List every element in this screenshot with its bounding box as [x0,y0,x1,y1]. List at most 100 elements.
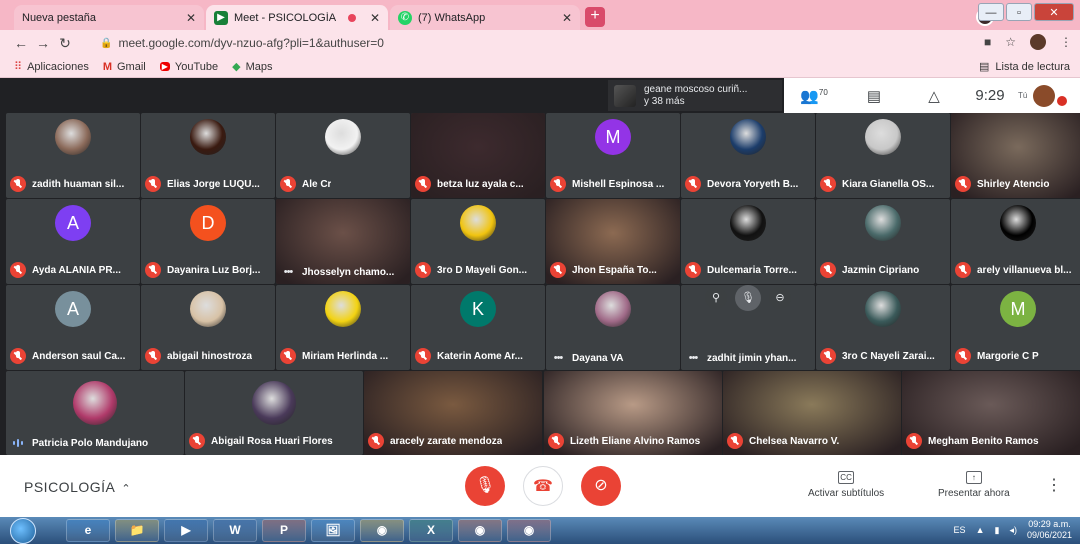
tab-new-tab[interactable]: Nueva pestaña ✕ [14,5,204,30]
participant-tile[interactable]: Dulcemaria Torre... [681,199,815,284]
avatar: M [1000,291,1036,327]
taskbar-excel-icon[interactable]: X [409,519,453,542]
participant-name: Kiara Gianella OS... [842,178,935,190]
participant-tile[interactable]: Kiara Gianella OS... [816,113,950,198]
participant-tile[interactable]: Devora Yoryeth B... [681,113,815,198]
participant-tile[interactable]: ••• Dayana VA [546,285,680,370]
participant-tile[interactable]: Jazmin Cipriano [816,199,950,284]
participant-tile[interactable]: A Ayda ALANIA PR... [6,199,140,284]
camera-off-button[interactable]: ⊘ [581,466,621,506]
participant-tile[interactable]: aracely zarate mendoza [364,371,542,455]
new-tab-button[interactable]: + [585,7,605,27]
participant-tile[interactable]: Jhon España To... [546,199,680,284]
activities-icon[interactable]: △ [904,87,964,105]
participant-tile[interactable]: K Katerin Aome Ar... [411,285,545,370]
network-icon[interactable]: ▮ [994,525,999,536]
clock[interactable]: 09:29 a.m. 09/06/2021 [1027,519,1072,541]
apps-grid-icon: ⠿ [14,61,23,73]
participant-tile[interactable]: Abigail Rosa Huari Flores [185,371,363,455]
participant-tile[interactable]: M Mishell Espinosa ... [546,113,680,198]
participant-name-bar: Dayanira Luz Borj... [145,262,271,278]
language-indicator[interactable]: ES [954,525,966,535]
participant-tile[interactable]: abigail hinostroza [141,285,275,370]
taskbar-photos-icon[interactable]: 🖼 [311,519,355,542]
taskbar-powerpoint-icon[interactable]: P [262,519,306,542]
participant-tile[interactable]: Chelsea Navarro V. [723,371,901,455]
avatar: M [595,119,631,155]
mic-muted-icon [955,262,971,278]
leave-call-button[interactable]: ☎ [523,466,563,506]
window-close-button[interactable]: ✕ [1034,3,1074,21]
participant-tile[interactable]: arely villanueva bl... [951,199,1080,284]
taskbar-folder-icon[interactable]: 📁 [115,519,159,542]
start-button[interactable] [10,518,36,544]
avatar [1000,205,1036,241]
participant-tile[interactable]: Elias Jorge LUQU... [141,113,275,198]
close-icon[interactable]: ✕ [370,11,380,25]
minimize-button[interactable]: — [978,3,1004,21]
close-icon[interactable]: ✕ [562,11,572,25]
participant-name-bar: Margorie C P [955,348,1080,364]
participant-tile[interactable]: A Anderson saul Ca... [6,285,140,370]
address-bar[interactable]: 🔒 meet.google.com/dyv-nzuo-afg?pli=1&aut… [92,33,996,53]
participant-tile[interactable]: Shirley Atencio [951,113,1080,198]
tab-title: Meet - PSICOLOGÍA [234,11,337,24]
participant-tile[interactable]: 3ro C Nayeli Zarai... [816,285,950,370]
recording-dot-icon [347,13,356,22]
meeting-details-button[interactable]: PSICOLOGÍA ⌃ [24,479,131,495]
maximize-button[interactable]: ▫ [1006,3,1032,21]
participant-tile[interactable]: Lizeth Eliane Alvino Ramos [544,371,722,455]
taskbar-word-icon[interactable]: W [213,519,257,542]
taskbar-ie-icon[interactable]: e [66,519,110,542]
tray-arrow-icon[interactable]: ▲ [976,525,985,535]
bookmark-gmail[interactable]: M Gmail [103,61,146,73]
reload-icon[interactable]: ↻ [54,35,76,52]
bookmark-apps[interactable]: ⠿ Aplicaciones [14,60,89,74]
participant-tile[interactable]: ••• Jhosselyn chamo... [276,199,410,284]
taskbar-chrome-window-icon[interactable]: ◉ [507,519,551,542]
meet-favicon-icon: ▶ [214,10,228,25]
participant-name: Chelsea Navarro V. [749,435,840,447]
reading-list[interactable]: ▤ Lista de lectura [979,60,1070,74]
participant-tile[interactable]: Megham Benito Ramos [902,371,1080,455]
participant-name-bar: Devora Yoryeth B... [685,176,811,192]
presenter-chip[interactable]: geane moscoso curiñ... y 38 más [608,80,782,111]
mic-icon[interactable]: 🎙 [735,285,761,311]
star-icon[interactable]: ☆ [1005,35,1016,49]
taskbar-chrome-icon[interactable]: ◉ [360,519,404,542]
remove-icon[interactable]: ⊖ [769,287,791,309]
participant-tile[interactable]: zadith huaman sil... [6,113,140,198]
people-icon[interactable]: 👥70 [784,87,844,105]
chat-icon[interactable]: ▤ [844,87,904,105]
more-options-icon[interactable]: ⋮ [1046,475,1062,495]
camera-icon[interactable]: ■ [984,35,991,49]
pin-icon[interactable]: ⚲ [705,287,727,309]
taskbar-chrome-window-icon[interactable]: ◉ [458,519,502,542]
participant-tile[interactable]: 3ro D Mayeli Gon... [411,199,545,284]
tab-meet[interactable]: ▶ Meet - PSICOLOGÍA ✕ [206,5,388,30]
tab-whatsapp[interactable]: ✆ (7) WhatsApp ✕ [390,5,580,30]
participant-tile[interactable]: Ale Cr [276,113,410,198]
bookmark-youtube[interactable]: ▶ YouTube [159,61,218,73]
taskbar-media-player-icon[interactable]: ▶ [164,519,208,542]
participant-tile[interactable]: Miriam Herlinda ... [276,285,410,370]
close-icon[interactable]: ✕ [186,11,196,25]
bookmark-maps[interactable]: ◆ Maps [232,60,272,74]
participant-tile[interactable]: ⚲ 🎙 ⊖ ••• zadhit jimin yhan... [681,285,815,370]
participant-name-bar: ••• zadhit jimin yhan... [685,352,811,364]
self-avatar[interactable] [1033,84,1056,107]
present-now-button[interactable]: ↑ Presentar ahora [938,471,1010,499]
participant-tile[interactable]: D Dayanira Luz Borj... [141,199,275,284]
forward-icon[interactable]: → [32,35,54,51]
volume-icon[interactable]: ◂) [1009,525,1017,536]
account-avatar[interactable] [1030,34,1046,50]
subtitles-button[interactable]: CC Activar subtítulos [808,471,884,499]
participant-tile[interactable]: betza luz ayala c... [411,113,545,198]
participant-tile[interactable]: Patricia Polo Mandujano [6,371,184,455]
participant-name: 3ro C Nayeli Zarai... [842,350,935,362]
participant-name: Dayana VA [572,352,624,364]
back-icon[interactable]: ← [10,35,32,51]
menu-icon[interactable]: ⋮ [1060,35,1072,49]
mic-off-button[interactable]: 🎙 [465,466,505,506]
participant-tile[interactable]: M Margorie C P [951,285,1080,370]
